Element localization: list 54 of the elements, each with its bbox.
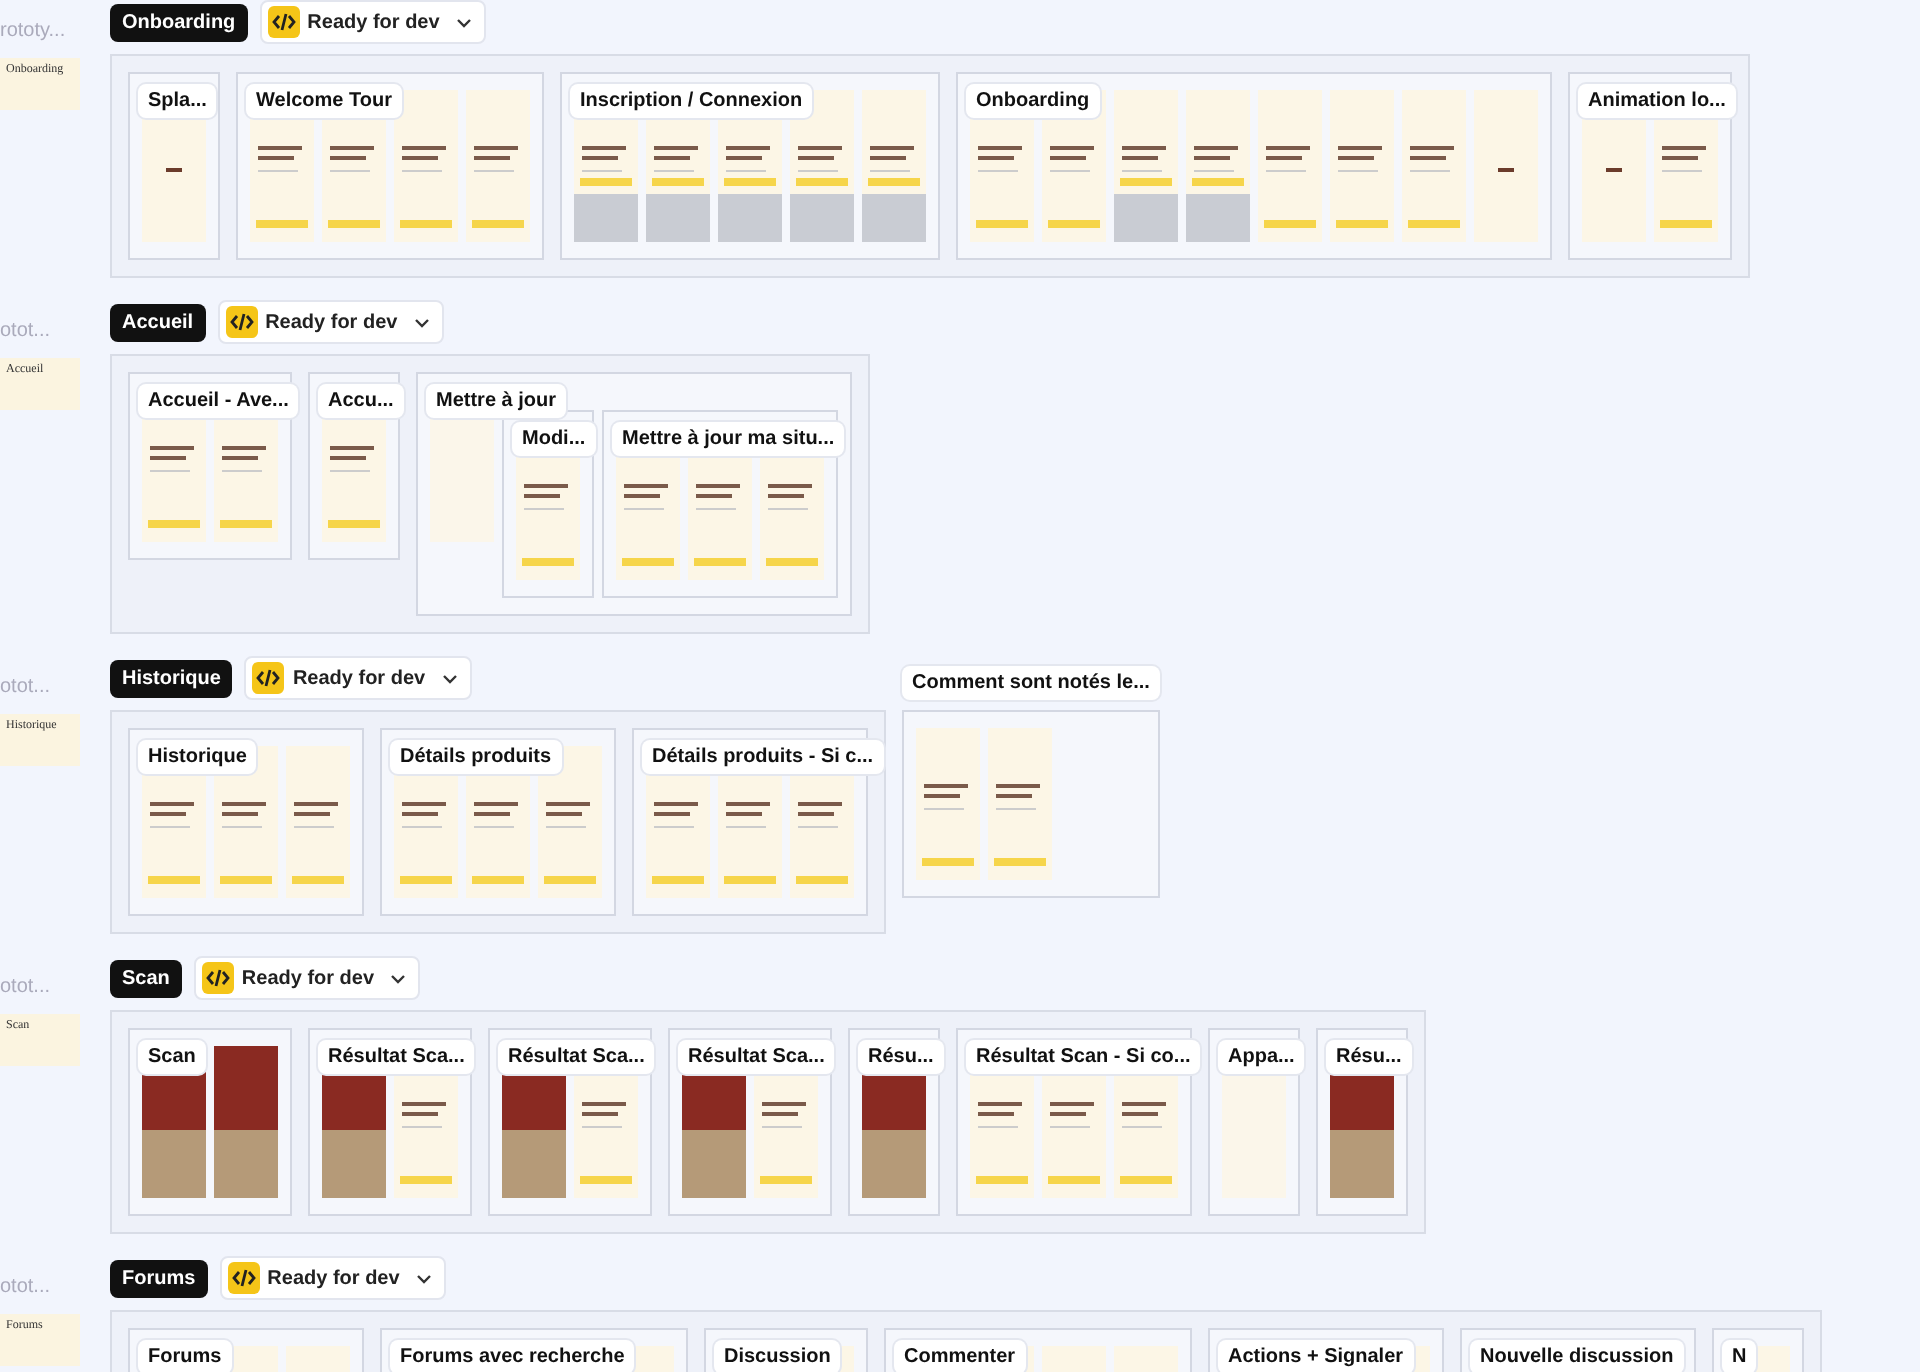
code-icon xyxy=(267,6,300,38)
frame-label[interactable]: Animation lo... xyxy=(1578,84,1736,118)
status-dropdown[interactable]: Ready for dev xyxy=(217,300,444,344)
prototype-label: rototy... xyxy=(0,20,68,42)
section-title[interactable]: Historique xyxy=(110,659,233,697)
frame-label[interactable]: Résu... xyxy=(858,1040,944,1074)
frame-label[interactable]: Appa... xyxy=(1218,1040,1305,1074)
section-title[interactable]: Accueil xyxy=(110,303,206,341)
frame-label[interactable]: Mettre à jour ma situ... xyxy=(612,422,845,456)
chevron-icon xyxy=(415,1273,432,1283)
frame-label[interactable]: Forums avec recherche xyxy=(390,1340,635,1372)
frame-label[interactable]: Résultat Sca... xyxy=(318,1040,475,1074)
code-icon xyxy=(252,662,285,694)
frame-label[interactable]: Résultat Sca... xyxy=(678,1040,835,1074)
frame-label[interactable]: Historique xyxy=(138,740,257,774)
frame-label[interactable]: Accu... xyxy=(318,384,404,418)
frame-label[interactable]: Détails produits - Si c... xyxy=(642,740,884,774)
frame-label[interactable]: Accueil - Ave... xyxy=(138,384,299,418)
status-dropdown[interactable]: Ready for dev xyxy=(193,956,421,1000)
code-icon xyxy=(225,306,258,338)
frame-label[interactable]: Actions + Signaler xyxy=(1218,1340,1414,1372)
frame-label[interactable]: Discussion xyxy=(714,1340,841,1372)
frame-label[interactable]: Spla... xyxy=(138,84,217,118)
frame-label[interactable]: Forums xyxy=(138,1340,232,1372)
frame-label[interactable]: Nouvelle discussion xyxy=(1470,1340,1684,1372)
frame-label[interactable]: Commenter xyxy=(894,1340,1026,1372)
frame-label[interactable]: Résultat Scan - Si co... xyxy=(966,1040,1201,1074)
frame-label[interactable]: Modi... xyxy=(512,422,596,456)
frame-label[interactable]: N xyxy=(1722,1340,1757,1372)
section-title[interactable]: Forums xyxy=(110,1259,208,1297)
frame-label[interactable]: Résultat Sca... xyxy=(498,1040,655,1074)
prototype-label: otot... xyxy=(0,976,53,998)
frame-label[interactable]: Scan xyxy=(138,1040,206,1074)
frame-label[interactable]: Résu... xyxy=(1326,1040,1412,1074)
prototype-label: otot... xyxy=(0,1276,53,1298)
frame-label[interactable]: Détails produits xyxy=(390,740,562,774)
prototype-label: otot... xyxy=(0,676,53,698)
frame-label[interactable]: Welcome Tour xyxy=(246,84,402,118)
frame-label[interactable]: Inscription / Connexion xyxy=(570,84,813,118)
status-dropdown[interactable]: Ready for dev xyxy=(244,656,472,700)
frame-label[interactable]: Onboarding xyxy=(966,84,1100,118)
chevron-icon xyxy=(413,317,430,327)
chevron-icon xyxy=(441,673,458,683)
prototype-label: otot... xyxy=(0,320,53,342)
chevron-icon xyxy=(455,17,472,27)
section-title[interactable]: Onboarding xyxy=(110,3,248,41)
code-icon xyxy=(201,962,234,994)
code-icon xyxy=(227,1262,260,1294)
chevron-icon xyxy=(390,973,407,983)
status-dropdown[interactable]: Ready for dev xyxy=(259,0,486,44)
frame-label[interactable]: Comment sont notés le... xyxy=(902,666,1160,700)
section-title[interactable]: Scan xyxy=(110,959,182,997)
frame-label[interactable]: Mettre à jour xyxy=(426,384,567,418)
status-dropdown[interactable]: Ready for dev xyxy=(219,1256,446,1300)
